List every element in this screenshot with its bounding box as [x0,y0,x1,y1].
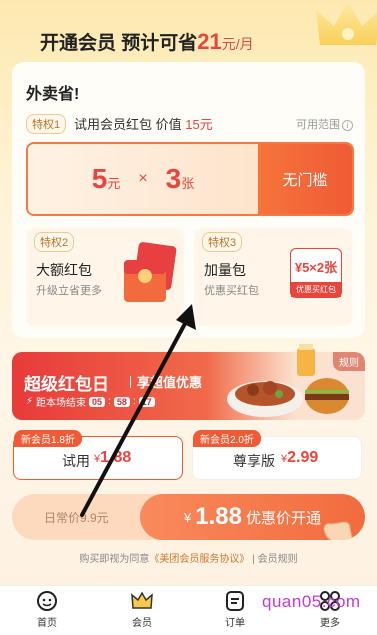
cta-price: 1.88 [195,503,242,530]
benefits-card: 外卖省! 特权1 试用会员红包 价值 15元 可用范围 i 5元 × 3张 无门槛… [12,62,365,338]
tab-orders[interactable]: 订单 [205,590,265,629]
home-face-icon [37,591,57,611]
priv1-tag: 特权1 [26,114,67,134]
tab-member[interactable]: 会员 [112,590,172,629]
timer-minutes: 58 [113,396,130,407]
cta-currency: ¥ [184,509,192,525]
priv2-title: 大额红包 [36,262,92,278]
tab-home-label: 首页 [37,618,57,629]
plan-premium[interactable]: 新会员2.0折 尊享版 ¥2.99 [192,430,362,480]
priv3-title: 加量包 [204,262,246,278]
order-icon [226,591,244,611]
priv1-desc-text: 试用会员红包 价值 [74,117,182,132]
agreement-separator: | [252,554,255,565]
tab-home[interactable]: 首页 [17,590,77,629]
coupon-condition: 无门槛 [258,144,352,214]
lightning-icon: ⚡ [26,396,34,407]
agreement-prefix: 购买即视为同意 [79,554,150,565]
coupon-amount-area: 5元 × 3张 [28,144,258,214]
timer-seconds: 17 [138,396,155,407]
cta-label: 优惠价开通 [245,509,321,527]
mini-coupon-value: ¥5×2张 [294,260,338,275]
priv2-tag: 特权2 [34,232,75,252]
pointing-hand-icon [323,521,353,540]
header-amount: 21 [197,29,222,54]
priv3-tag: 特权3 [202,232,243,252]
agreement-link[interactable]: 《美团会员服务协议》 [149,554,249,565]
scope-label: 可用范围 [296,119,340,131]
scope-link[interactable]: 可用范围 i [296,116,353,132]
plan-premium-price: 2.99 [287,449,319,466]
page-title: 开通会员 预计可省21元/月 [40,28,254,55]
priv3-desc: 优惠买红包 [204,285,259,297]
countdown-timer: ⚡ 距本场结束 05: 58: 17 [26,394,155,409]
mini-coupon-label: 优惠买红包 [291,282,341,297]
card-title: 外卖省! [26,86,80,103]
coupon-times: × [138,170,148,187]
plan-trial-tag: 新会员1.8折 [14,430,82,447]
purchase-button[interactable]: 日常价9.9元 ¥ 1.88 优惠价开通 [12,494,365,540]
member-rules-link[interactable]: 会员规则 [258,554,298,565]
coupon-5x3: 5元 × 3张 无门槛 [26,142,354,216]
plan-premium-tag: 新会员2.0折 [193,430,261,447]
priv1-desc: 试用会员红包 价值 15元 [74,114,213,133]
plan-trial[interactable]: 新会员1.8折 试用 ¥1.88 [13,430,183,480]
watermark: quan05.com [262,592,361,611]
daily-price: 日常价9.9元 [44,511,109,525]
coupon-amount-unit: 元 [107,176,121,191]
plan-trial-name: 试用 [62,453,90,469]
timer-hours: 05 [89,396,106,407]
plan-trial-price: 1.88 [100,449,132,466]
banner-subtitle: 享超值优惠 [130,372,202,391]
priv3-card[interactable]: 特权3 加量包 优惠买红包 ¥5×2张 优惠买红包 [194,228,352,326]
header-prefix: 开通会员 预计可省 [40,33,198,54]
info-icon: i [342,120,353,131]
banner-title: 超级红包日 [24,375,109,394]
crown-icon [131,591,153,609]
coupon-count: 3 [165,163,182,194]
header: 开通会员 预计可省21元/月 [0,0,377,70]
mini-coupon: ¥5×2张 优惠买红包 [290,248,342,298]
priv1-value: 15元 [185,117,213,132]
coupon-amount: 5 [91,163,108,194]
timer-label: 距本场结束 [36,398,87,409]
priv2-desc: 升级立省更多 [36,285,102,297]
tab-member-label: 会员 [132,618,152,629]
priv2-card[interactable]: 特权2 大额红包 升级立省更多 [26,228,184,326]
agreement-text: 购买即视为同意《美团会员服务协议》 | 会员规则 [0,550,377,565]
plan-premium-name: 尊享版 [233,453,275,469]
coupon-count-unit: 张 [181,176,195,191]
tab-more-label: 更多 [320,618,340,629]
header-unit: 元/月 [221,36,254,52]
tab-orders-label: 订单 [225,618,245,629]
food-image [227,344,349,417]
crown-decoration-icon [316,2,377,45]
red-envelope-icon [124,242,177,302]
